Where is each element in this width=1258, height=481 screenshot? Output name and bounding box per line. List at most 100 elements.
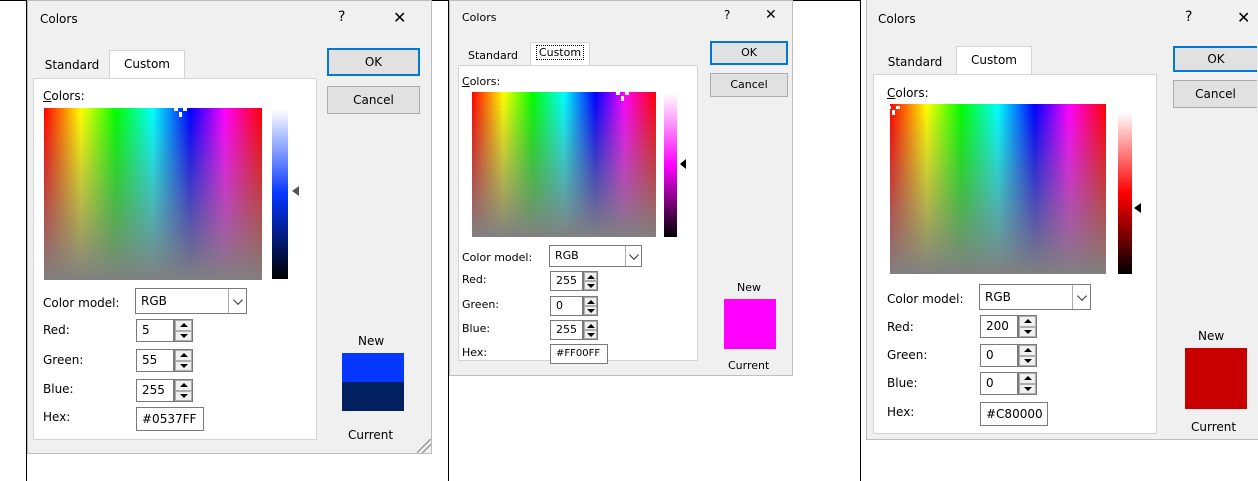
current-color-swatch [342, 382, 404, 411]
red-spinner[interactable] [583, 271, 598, 291]
ok-button[interactable]: OK [710, 41, 788, 65]
color-spectrum[interactable] [44, 108, 262, 280]
new-label: New [737, 281, 761, 294]
green-spinner[interactable] [583, 296, 598, 316]
ok-button[interactable]: OK [1173, 46, 1257, 72]
close-button[interactable]: ✕ [1237, 8, 1250, 27]
red-spinner[interactable] [174, 319, 193, 342]
color-model-value: RGB [141, 294, 167, 308]
luminance-bar[interactable] [664, 93, 677, 237]
green-input[interactable]: 0 [550, 296, 583, 316]
luminance-bar[interactable] [1118, 112, 1132, 274]
dialog-title: Colors [462, 11, 497, 24]
help-button[interactable]: ? [338, 9, 345, 25]
tab-standard[interactable]: Standard [35, 53, 109, 77]
new-color-swatch [724, 299, 776, 349]
blue-spinner[interactable] [174, 379, 193, 402]
ok-button[interactable]: OK [327, 48, 420, 76]
green-input[interactable]: 55 [136, 349, 174, 372]
tab-custom[interactable]: Custom [109, 50, 185, 79]
help-button[interactable]: ? [1185, 9, 1192, 25]
blue-input[interactable]: 0 [980, 372, 1018, 395]
tab-standard[interactable]: Standard [460, 46, 526, 66]
tab-custom[interactable]: Custom [956, 46, 1032, 75]
colors-dialog-2: Colors ? ✕ Standard Custom OK Cancel Col… [449, 0, 793, 376]
spectrum-crosshair[interactable] [174, 103, 187, 117]
colors-label: Colors: [887, 86, 929, 100]
colors-label-text: olors: [469, 75, 501, 88]
green-spinner[interactable] [174, 349, 193, 372]
cancel-button[interactable]: Cancel [327, 86, 420, 114]
colors-label-text: olors: [51, 89, 85, 103]
new-label: New [1198, 329, 1225, 343]
green-label: Green: [462, 298, 500, 311]
current-label: Current [1191, 420, 1237, 434]
color-spectrum[interactable] [472, 92, 656, 237]
chevron-down-icon[interactable] [228, 289, 246, 313]
luminance-slider-arrow[interactable] [680, 159, 686, 169]
hex-input[interactable]: #0537FF [136, 407, 204, 431]
tab-standard[interactable]: Standard [875, 50, 955, 74]
luminance-slider-arrow[interactable] [292, 186, 299, 196]
blue-label: Blue: [887, 376, 918, 390]
cancel-button[interactable]: Cancel [1173, 80, 1257, 108]
new-color-swatch [342, 353, 404, 382]
color-model-label: Color model: [887, 292, 964, 306]
red-label: Red: [462, 273, 487, 286]
current-label: Current [728, 359, 770, 372]
green-input[interactable]: 0 [980, 344, 1018, 367]
tab-standard-label: Standard [467, 49, 519, 62]
color-model-value: RGB [985, 290, 1011, 304]
close-button[interactable]: ✕ [393, 8, 406, 27]
colors-label: Colors: [43, 89, 85, 103]
tab-standard-label: Standard [887, 55, 943, 69]
green-label: Green: [887, 348, 928, 362]
color-model-select[interactable]: RGB [979, 284, 1091, 310]
colors-label: Colors: [462, 75, 501, 88]
luminance-slider-arrow[interactable] [1134, 203, 1141, 213]
dialog-title: Colors [878, 12, 916, 26]
color-spectrum[interactable] [890, 104, 1106, 274]
color-model-select[interactable]: RGB [135, 288, 247, 314]
red-spinner[interactable] [1018, 315, 1037, 338]
blue-label: Blue: [462, 322, 491, 335]
color-model-value: RGB [555, 249, 579, 262]
chevron-down-icon[interactable] [625, 246, 641, 266]
red-label: Red: [43, 323, 70, 337]
hex-input[interactable]: #FF00FF [550, 344, 608, 364]
tab-custom[interactable]: Custom [530, 42, 590, 66]
red-input[interactable]: 5 [136, 319, 174, 342]
tab-custom-label: Custom [124, 57, 170, 71]
spectrum-crosshair[interactable] [616, 87, 629, 101]
color-model-label: Color model: [43, 296, 120, 310]
green-spinner[interactable] [1018, 344, 1037, 367]
red-input[interactable]: 200 [980, 315, 1018, 338]
blue-input[interactable]: 255 [550, 320, 583, 340]
blue-input[interactable]: 255 [136, 379, 174, 402]
new-label: New [358, 334, 385, 348]
close-button[interactable]: ✕ [765, 7, 777, 23]
tab-custom-label: Custom [535, 45, 585, 60]
color-model-select[interactable]: RGB [549, 245, 642, 267]
colors-label-text: olors: [895, 86, 929, 100]
green-label: Green: [43, 353, 84, 367]
red-input[interactable]: 255 [550, 271, 583, 291]
blue-label: Blue: [43, 382, 74, 396]
current-label: Current [348, 428, 394, 442]
hex-label: Hex: [43, 410, 71, 424]
hex-input[interactable]: #C80000 [980, 402, 1048, 426]
blue-spinner[interactable] [1018, 372, 1037, 395]
colors-dialog-3: Colors ? ✕ Standard Custom OK Cancel Col… [866, 0, 1258, 440]
chevron-down-icon[interactable] [1072, 285, 1090, 309]
new-color-swatch [1185, 348, 1247, 409]
help-button[interactable]: ? [724, 8, 730, 22]
tab-custom-label: Custom [971, 53, 1017, 67]
blue-spinner[interactable] [583, 320, 598, 340]
luminance-bar[interactable] [272, 109, 288, 279]
cancel-button[interactable]: Cancel [710, 73, 788, 97]
spectrum-crosshair[interactable] [887, 101, 900, 115]
color-model-label: Color model: [462, 251, 533, 264]
resize-grip[interactable] [417, 439, 431, 453]
hex-label: Hex: [462, 346, 488, 359]
table-border-mid2 [860, 0, 861, 481]
